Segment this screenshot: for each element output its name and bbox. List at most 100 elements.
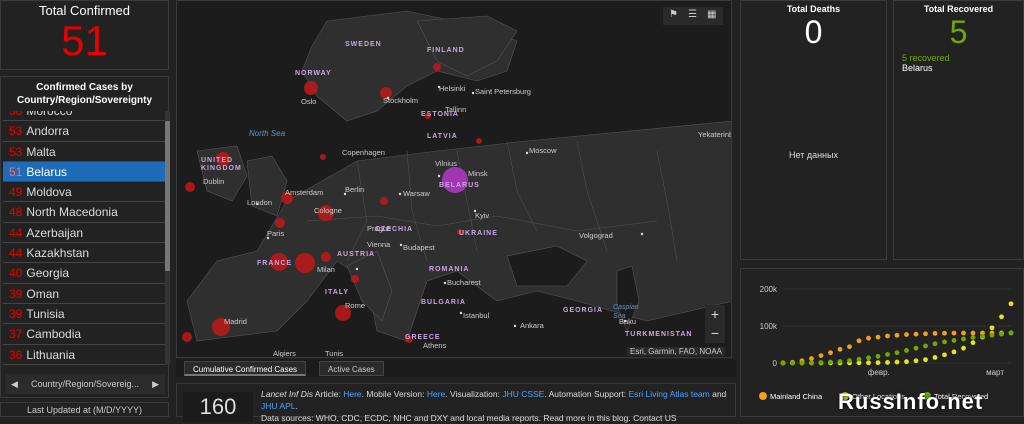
chart-point — [952, 338, 957, 343]
chart-point — [895, 360, 900, 365]
chart-point — [952, 331, 957, 336]
case-list-item[interactable]: 37Cambodia — [3, 324, 165, 344]
city-amsterdam: Amsterdam — [285, 188, 323, 197]
article-link[interactable]: Here — [343, 389, 361, 399]
case-country-name: Kazakhstan — [26, 246, 89, 260]
chart-point — [1009, 301, 1014, 306]
city-algiers: Algiers — [273, 349, 296, 358]
mobile-version-link[interactable]: Here — [427, 389, 445, 399]
city-dublin: Dublin — [203, 177, 224, 186]
prev-arrow-icon[interactable]: ◀ — [11, 374, 18, 394]
case-list-item[interactable]: 48North Macedonia — [3, 202, 165, 222]
chart-point — [809, 360, 814, 365]
case-country-name: Georgia — [26, 266, 69, 280]
map-label-austria: AUSTRIA — [337, 251, 375, 258]
city-budapest: Budapest — [403, 243, 435, 252]
zoom-control: + − — [705, 305, 725, 343]
last-updated: Last Updated at (M/D/YYYY) — [0, 402, 169, 417]
city-vilnius: Vilnius — [435, 159, 457, 168]
tab-active-cases[interactable]: Active Cases — [319, 361, 384, 376]
chart-point — [790, 361, 795, 366]
map-label-belarus: BELARUS — [439, 182, 480, 189]
city-moscow: Moscow — [529, 146, 557, 155]
case-country-name: Moldova — [26, 185, 71, 199]
total-confirmed-panel: Total Confirmed 51 — [0, 0, 169, 70]
city-saint-petersburg: Saint Petersburg — [475, 87, 531, 96]
chart-point — [809, 356, 814, 361]
recovered-sub-count: 5 recovered — [894, 53, 1023, 63]
chart-point — [895, 350, 900, 355]
jhu-csse-link[interactable]: JHU CSSE — [502, 389, 544, 399]
chart-point — [876, 360, 881, 365]
cases-panel-title: Confirmed Cases by Country/Region/Sovere… — [1, 77, 168, 111]
case-list-scroll-thumb[interactable] — [165, 121, 170, 271]
info-text-seg: . Visualization: — [445, 389, 502, 399]
map-label-georgia: GEORGIA — [563, 307, 603, 314]
map-toolbar: ⚑ ☰ ▦ — [663, 7, 723, 25]
case-count: 39 — [9, 287, 22, 301]
case-list-item[interactable]: 40Georgia — [3, 263, 165, 283]
case-count: 44 — [9, 246, 22, 260]
case-count: 53 — [9, 145, 22, 159]
basemap-grid-icon[interactable]: ▦ — [707, 9, 716, 20]
case-list: 58Morocco53Andorra53Malta51Belarus49Mold… — [3, 111, 165, 365]
chart-point — [971, 335, 976, 340]
esri-living-atlas-link[interactable]: Esri Living Atlas team — [628, 389, 709, 399]
city-berlin: Berlin — [345, 185, 364, 194]
chart-point — [866, 336, 871, 341]
map-label-uk: UNITED KINGDOM — [201, 157, 239, 173]
zoom-out-button[interactable]: − — [705, 324, 725, 343]
list-nav-label: Country/Region/Sovereig... — [31, 379, 139, 389]
case-list-item[interactable]: 44 Kazakhstan — [3, 243, 165, 263]
case-count: 53 — [9, 124, 22, 138]
case-list-scrollbar[interactable] — [165, 111, 170, 365]
total-confirmed-label: Total Confirmed — [1, 3, 168, 18]
case-list-item[interactable]: 53Andorra — [3, 121, 165, 141]
chart-point — [971, 331, 976, 336]
city-oslo: Oslo — [301, 97, 316, 106]
y-tick-label: 0 — [773, 359, 778, 368]
case-list-item[interactable]: 53Malta — [3, 142, 165, 162]
map-label-ukraine: UKRAINE — [459, 230, 498, 237]
legend-list-icon[interactable]: ☰ — [688, 9, 697, 20]
chart-point — [828, 350, 833, 355]
chart-point — [961, 337, 966, 342]
chart-point — [847, 358, 852, 363]
jhu-apl-link[interactable]: JHU APL — [261, 401, 296, 411]
sea-north-sea: North Sea — [249, 129, 285, 138]
case-list-item[interactable]: 39Tunisia — [3, 304, 165, 324]
bookmark-icon[interactable]: ⚑ — [669, 9, 678, 20]
case-list-item[interactable]: 49Moldova — [3, 182, 165, 202]
sea-caspian: Caspian Sea — [613, 303, 647, 321]
cases-by-country-panel: Confirmed Cases by Country/Region/Sovere… — [0, 76, 169, 398]
map-view[interactable]: SWEDEN FINLAND NORWAY ESTONIA LATVIA UNI… — [176, 0, 732, 358]
chart-point — [1009, 330, 1014, 335]
city-yekaterinburg: Yekaterinb — [698, 130, 732, 139]
city-vienna: Vienna — [367, 240, 390, 249]
case-list-item[interactable]: 44Azerbaijan — [3, 223, 165, 243]
chart-point — [999, 332, 1004, 337]
city-bucharest: Bucharest — [447, 278, 481, 287]
case-list-item[interactable]: 58Morocco — [3, 111, 165, 121]
case-list-item[interactable]: 36Lithuania — [3, 345, 165, 365]
case-list-item[interactable]: 39 Oman — [3, 284, 165, 304]
total-deaths-label: Total Deaths — [741, 4, 886, 14]
city-warsaw: Warsaw — [403, 189, 430, 198]
case-country-name: Oman — [26, 287, 59, 301]
city-cologne: Cologne — [314, 206, 342, 215]
city-rome: Rome — [345, 301, 365, 310]
zoom-in-button[interactable]: + — [705, 305, 725, 324]
chart-point — [885, 360, 890, 365]
chart-point — [904, 359, 909, 364]
case-list-item[interactable]: 51Belarus — [3, 162, 165, 182]
no-data-text: Нет данных — [741, 150, 886, 160]
map-tab-bar: Cumulative Confirmed Cases Active Cases — [176, 359, 736, 377]
tab-cumulative-confirmed[interactable]: Cumulative Confirmed Cases — [184, 361, 306, 376]
lancet-label: Lancet Inf Dis — [261, 389, 313, 399]
chart-point — [952, 350, 957, 355]
chart-point — [923, 357, 928, 362]
belarus-highlight-circle[interactable] — [442, 167, 468, 193]
next-arrow-icon[interactable]: ▶ — [152, 374, 159, 394]
total-deaths-panel: Total Deaths 0 Нет данных — [740, 0, 887, 260]
city-prague: Prague — [367, 224, 391, 233]
